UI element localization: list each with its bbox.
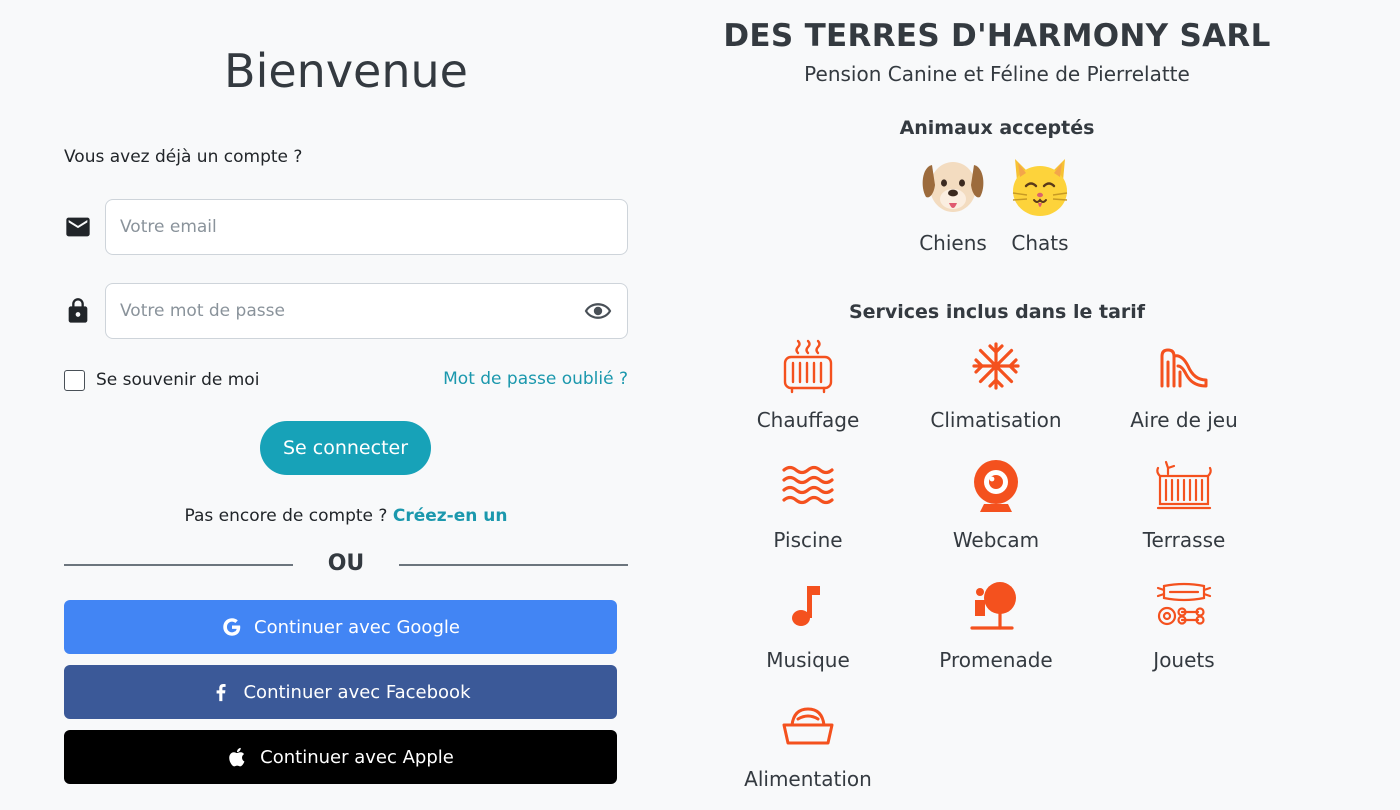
- service-label: Aire de jeu: [1130, 408, 1238, 432]
- password-row: [64, 283, 628, 339]
- service-label: Chauffage: [756, 408, 860, 432]
- cat-face-icon: [1012, 159, 1068, 216]
- service-alimentation: Alimentation: [718, 697, 898, 807]
- login-subtitle: Vous avez déjà un compte ?: [64, 147, 303, 167]
- forgot-password-link[interactable]: Mot de passe oublié ?: [443, 369, 628, 389]
- apple-login-label: Continuer avec Apple: [260, 746, 454, 768]
- google-login-button[interactable]: Continuer avec Google: [64, 600, 617, 654]
- login-panel: Bienvenue Vous avez déjà un compte ? Se …: [64, 0, 628, 810]
- snowflake-icon: [972, 342, 1020, 390]
- webcam-icon: [974, 460, 1018, 512]
- service-label: Climatisation: [930, 408, 1062, 432]
- or-label: OU: [327, 551, 365, 576]
- divider-line-right: [399, 564, 628, 566]
- service-piscine: Piscine: [718, 458, 898, 568]
- service-label: Alimentation: [744, 767, 872, 791]
- service-label: Musique: [766, 648, 850, 672]
- service-promenade: Promenade: [906, 578, 1086, 688]
- service-aire-de-jeu: Aire de jeu: [1094, 338, 1274, 448]
- company-name: DES TERRES D'HARMONY SARL: [723, 18, 1271, 54]
- email-field[interactable]: [105, 199, 628, 255]
- remember-me[interactable]: Se souvenir de moi: [64, 369, 259, 391]
- facebook-login-button[interactable]: Continuer avec Facebook: [64, 665, 617, 719]
- slide-icon: [1160, 348, 1208, 388]
- heater-icon: [783, 339, 833, 394]
- animal-label-dogs: Chiens: [919, 231, 987, 255]
- service-label: Webcam: [952, 528, 1040, 552]
- service-chauffage: Chauffage: [718, 338, 898, 448]
- lock-icon: [68, 298, 88, 323]
- remember-me-label: Se souvenir de moi: [96, 370, 260, 390]
- service-label: Terrasse: [1142, 528, 1226, 552]
- google-icon: [223, 618, 241, 636]
- service-label: Piscine: [773, 528, 843, 552]
- service-jouets: Jouets: [1094, 578, 1274, 688]
- email-row: [64, 199, 628, 255]
- service-webcam: Webcam: [906, 458, 1086, 568]
- divider-line-left: [64, 564, 293, 566]
- apple-login-button[interactable]: Continuer avec Apple: [64, 730, 617, 784]
- service-label: Jouets: [1153, 648, 1215, 672]
- password-field[interactable]: [105, 283, 628, 339]
- service-climatisation: Climatisation: [906, 338, 1086, 448]
- or-divider: OU: [64, 551, 628, 579]
- animal-cats: Chats: [1000, 153, 1080, 255]
- envelope-icon: [66, 217, 90, 237]
- music-note-icon: [792, 586, 820, 626]
- waves-icon: [782, 465, 834, 505]
- signup-prompt: Pas encore de compte ? Créez-en un: [64, 506, 628, 526]
- facebook-login-label: Continuer avec Facebook: [243, 681, 471, 703]
- company-tagline: Pension Canine et Féline de Pierrelatte: [804, 62, 1190, 86]
- apple-icon: [229, 747, 245, 767]
- service-label: Promenade: [939, 648, 1053, 672]
- show-password-eye-icon[interactable]: [584, 300, 612, 322]
- page-title: Bienvenue: [224, 44, 468, 98]
- create-account-link[interactable]: Créez-en un: [393, 506, 508, 526]
- animal-label-cats: Chats: [1011, 231, 1069, 255]
- pension-info-panel: DES TERRES D'HARMONY SARL Pension Canine…: [700, 0, 1300, 810]
- login-button[interactable]: Se connecter: [260, 421, 431, 475]
- animal-dogs: Chiens: [913, 153, 993, 255]
- no-account-text: Pas encore de compte ?: [184, 506, 388, 526]
- facebook-icon: [217, 684, 227, 702]
- service-terrasse: Terrasse: [1094, 458, 1274, 568]
- terrace-icon: [1156, 460, 1212, 510]
- google-login-label: Continuer avec Google: [254, 616, 460, 638]
- walk-tree-icon: [970, 582, 1016, 630]
- remember-me-checkbox[interactable]: [64, 369, 85, 391]
- dog-face-icon: [922, 162, 984, 212]
- service-musique: Musique: [718, 578, 898, 688]
- toys-icon: [1156, 582, 1212, 626]
- services-title: Services inclus dans le tarif: [848, 301, 1146, 323]
- animals-title: Animaux acceptés: [899, 117, 1095, 139]
- food-bowl-icon: [782, 707, 834, 745]
